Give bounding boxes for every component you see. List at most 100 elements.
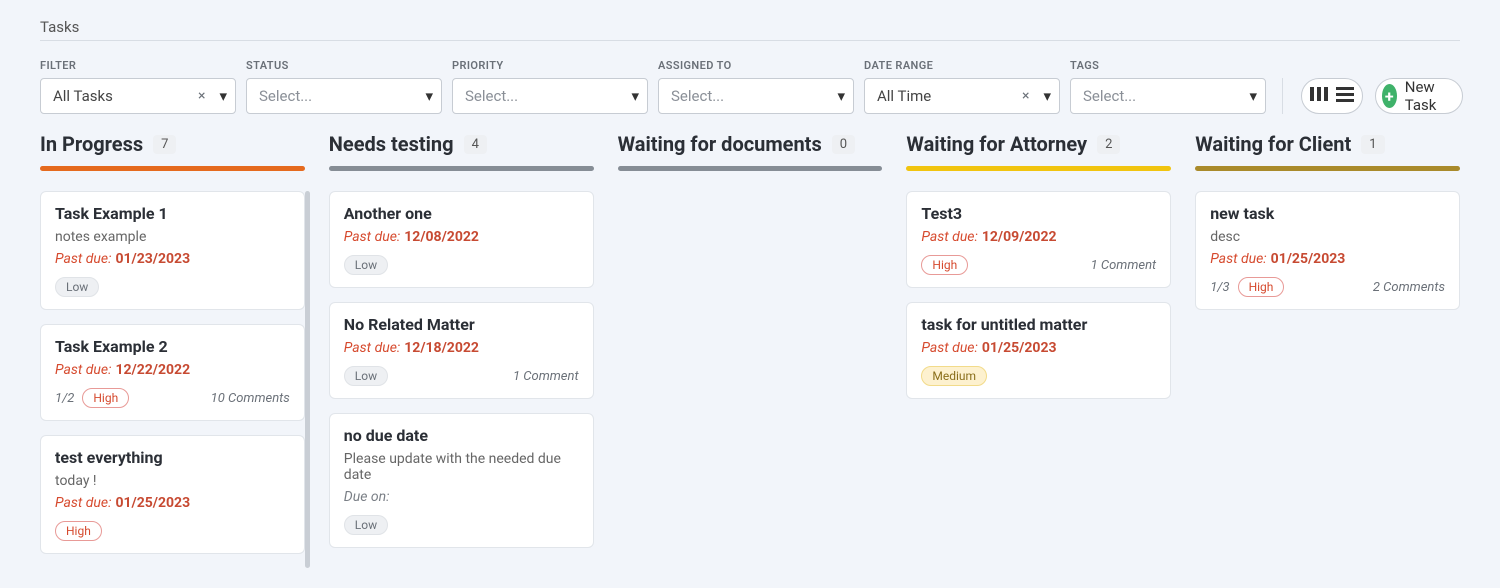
task-card[interactable]: test everythingtoday !Past due:01/25/202…	[40, 435, 305, 554]
filter-label-assigned: ASSIGNED TO	[658, 59, 854, 72]
comments-count[interactable]: 10 Comments	[211, 391, 290, 406]
filter-label-filter: FILTER	[40, 59, 236, 72]
assigned-to-select[interactable]: Select... ▾	[658, 78, 854, 114]
priority-pill: Medium	[921, 366, 987, 386]
card-due-row: Past due:12/22/2022	[55, 362, 290, 378]
columns-view-icon[interactable]	[1310, 85, 1328, 107]
column-cards: Another onePast due:12/08/2022LowNo Rela…	[329, 191, 594, 562]
due-date: 01/25/2023	[982, 340, 1057, 356]
chevron-down-icon: ▾	[1249, 87, 1257, 105]
filter-select[interactable]: All Tasks × ▾	[40, 78, 236, 114]
card-title: test everything	[55, 448, 290, 467]
task-card[interactable]: Another one Past due:12/08/2022 Low	[329, 191, 594, 288]
column-header: In Progress 7	[40, 132, 305, 166]
card-footer: 1/3High2 Comments	[1210, 277, 1445, 297]
priority-select[interactable]: Select... ▾	[452, 78, 648, 114]
past-due-label: Past due:	[344, 229, 400, 245]
card-title: Task Example 1	[55, 204, 290, 223]
card-due-row: Past due:01/25/2023	[1210, 251, 1445, 267]
new-task-button[interactable]: + New Task	[1375, 78, 1463, 114]
column-header: Waiting for Client1	[1195, 132, 1460, 166]
page-title: Tasks	[40, 10, 1460, 41]
task-card[interactable]: No Related MatterPast due:12/18/2022Low1…	[329, 302, 594, 399]
card-title: task for untitled matter	[921, 315, 1156, 334]
column-accent-bar	[1195, 166, 1460, 171]
tags-placeholder: Select...	[1083, 87, 1136, 105]
task-card[interactable]: Test3Past due:12/09/2022High1 Comment	[906, 191, 1171, 288]
comments-count[interactable]: 1 Comment	[1091, 258, 1157, 273]
past-due-label: Past due:	[1210, 251, 1266, 267]
column-header: Waiting for documents 0	[618, 132, 883, 166]
past-due-label: Past due:	[55, 251, 111, 267]
card-footer: Medium	[921, 366, 1156, 386]
tags-select[interactable]: Select... ▾	[1070, 78, 1266, 114]
card-due-row: Due on:	[344, 489, 579, 505]
card-due-row: Past due:12/18/2022	[344, 340, 579, 356]
card-footer-left: 1/2High	[55, 388, 129, 408]
kanban-column: Waiting for Attorney2Test3Past due:12/09…	[906, 132, 1171, 413]
view-toggle[interactable]	[1301, 78, 1363, 114]
priority-pill: Low	[344, 255, 388, 275]
card-footer-left: Low	[344, 515, 388, 535]
kanban-column: Waiting for Client1new taskdescPast due:…	[1195, 132, 1460, 324]
task-card[interactable]: new taskdescPast due:01/25/20231/3High2 …	[1195, 191, 1460, 310]
column-header: Needs testing4	[329, 132, 594, 166]
clear-icon[interactable]: ×	[198, 88, 205, 104]
column-cards: new taskdescPast due:01/25/20231/3High2 …	[1195, 191, 1460, 324]
card-title: Test3	[921, 204, 1156, 223]
filter-value: All Tasks	[53, 87, 113, 105]
clear-icon[interactable]: ×	[1022, 88, 1029, 104]
column-title: In Progress	[40, 132, 143, 156]
list-view-icon[interactable]	[1336, 85, 1354, 107]
column-title: Waiting for documents	[618, 132, 822, 156]
card-footer: High1 Comment	[921, 255, 1156, 275]
column-cards: Test3Past due:12/09/2022High1 Commenttas…	[906, 191, 1171, 413]
task-card[interactable]: task for untitled matterPast due:01/25/2…	[906, 302, 1171, 399]
column-count-badge: 7	[153, 135, 176, 154]
card-description: notes example	[55, 229, 290, 245]
comments-count[interactable]: 2 Comments	[1373, 280, 1445, 295]
filter-bar: FILTER All Tasks × ▾ STATUS Select... ▾ …	[40, 41, 1460, 132]
chevron-down-icon: ▾	[219, 87, 227, 105]
card-due-row: Past due:01/23/2023	[55, 251, 290, 267]
column-count-badge: 1	[1361, 135, 1384, 154]
task-card[interactable]: Task Example 1 notes example Past due:01/2…	[40, 191, 305, 310]
card-progress: 1/2	[55, 391, 74, 406]
priority-placeholder: Select...	[465, 87, 518, 105]
past-due-label: Past due:	[921, 229, 977, 245]
priority-pill: High	[55, 521, 102, 541]
priority-pill: Low	[55, 277, 99, 297]
kanban-column: Needs testing4 Another one Past due:12/08/…	[329, 132, 594, 562]
card-title: Another one	[344, 204, 579, 223]
card-footer: High	[55, 521, 290, 541]
status-select[interactable]: Select... ▾	[246, 78, 442, 114]
past-due-label: Past due:	[55, 362, 111, 378]
card-description: desc	[1210, 229, 1445, 245]
card-footer-left: Medium	[921, 366, 987, 386]
date-range-select[interactable]: All Time × ▾	[864, 78, 1060, 114]
filter-label-tags: TAGS	[1070, 59, 1266, 72]
column-header: Waiting for Attorney2	[906, 132, 1171, 166]
new-task-label: New Task	[1405, 78, 1446, 114]
kanban-column: Waiting for documents 0	[618, 132, 883, 191]
task-card[interactable]: no due datePlease update with the needed…	[329, 413, 594, 548]
card-title: no due date	[344, 426, 579, 445]
filter-label-daterange: DATE RANGE	[864, 59, 1060, 72]
due-date: 01/25/2023	[115, 495, 190, 511]
card-footer-left: Low	[344, 366, 388, 386]
scrollbar[interactable]	[305, 191, 310, 568]
card-footer-left: Low	[55, 277, 99, 297]
chevron-down-icon: ▾	[1043, 87, 1051, 105]
column-count-badge: 0	[832, 135, 855, 154]
due-date: 01/23/2023	[115, 251, 190, 267]
comments-count[interactable]: 1 Comment	[513, 369, 579, 384]
status-placeholder: Select...	[259, 87, 312, 105]
priority-pill: Low	[344, 366, 388, 386]
due-date: 12/22/2022	[115, 362, 190, 378]
card-footer: Low	[344, 515, 579, 535]
kanban-column: In Progress 7 Task Example 1 notes example P…	[40, 132, 305, 568]
task-card[interactable]: Task Example 2Past due:12/22/20221/2High…	[40, 324, 305, 421]
chevron-down-icon: ▾	[631, 87, 639, 105]
card-due-row: Past due:12/08/2022	[344, 229, 579, 245]
filter-label-status: STATUS	[246, 59, 442, 72]
